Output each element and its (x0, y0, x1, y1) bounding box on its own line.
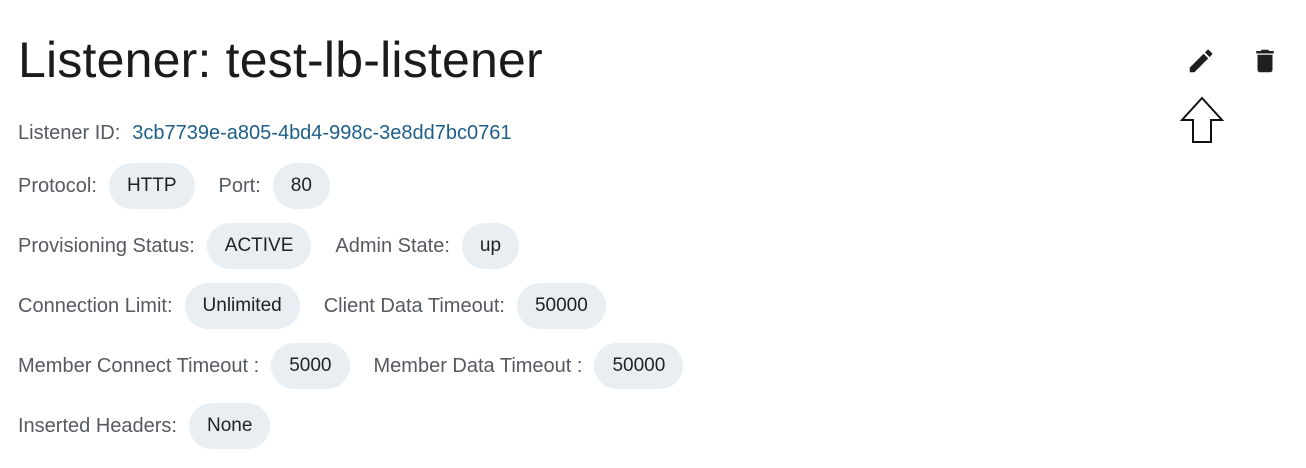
protocol-chip: HTTP (108, 163, 195, 209)
up-arrow-cursor-icon (1180, 96, 1224, 143)
port-chip: 80 (272, 163, 330, 209)
status-row: Provisioning Status: ACTIVE Admin State:… (18, 222, 543, 270)
connection-limit-chip: Unlimited (184, 283, 300, 329)
listener-id-row: Listener ID: 3cb7739e-a805-4bd4-998c-3e8… (18, 109, 511, 157)
inserted-headers-row: Inserted Headers: None (18, 402, 294, 450)
inserted-headers-chip: None (188, 403, 271, 449)
trash-icon (1256, 49, 1274, 73)
member-data-timeout-label: Member Data Timeout : (373, 354, 583, 377)
header-actions (1184, 44, 1282, 78)
protocol-port-row: Protocol: HTTP Port: 80 (18, 162, 354, 210)
protocol-label: Protocol: (18, 174, 97, 197)
limits-row: Connection Limit: Unlimited Client Data … (18, 282, 630, 330)
edit-button[interactable] (1184, 44, 1218, 78)
member-data-timeout-chip: 50000 (594, 343, 684, 389)
port-label: Port: (218, 174, 261, 197)
inserted-headers-label: Inserted Headers: (18, 414, 177, 437)
listener-id-link[interactable]: 3cb7739e-a805-4bd4-998c-3e8dd7bc0761 (132, 122, 511, 145)
client-data-timeout-label: Client Data Timeout: (323, 294, 505, 317)
admin-state-label: Admin State: (335, 234, 450, 257)
admin-state-chip: up (461, 223, 520, 269)
listener-id-label: Listener ID: (18, 121, 121, 144)
delete-button[interactable] (1248, 44, 1282, 78)
connection-limit-label: Connection Limit: (18, 294, 173, 317)
client-data-timeout-chip: 50000 (516, 283, 606, 329)
provisioning-status-label: Provisioning Status: (18, 234, 195, 257)
pencil-icon (1189, 49, 1213, 73)
member-connect-timeout-chip: 5000 (271, 343, 350, 389)
member-timeouts-row: Member Connect Timeout : 5000 Member Dat… (18, 342, 707, 390)
member-connect-timeout-label: Member Connect Timeout : (18, 354, 260, 377)
provisioning-status-chip: ACTIVE (206, 223, 312, 269)
page-title: Listener: test-lb-listener (18, 32, 543, 88)
